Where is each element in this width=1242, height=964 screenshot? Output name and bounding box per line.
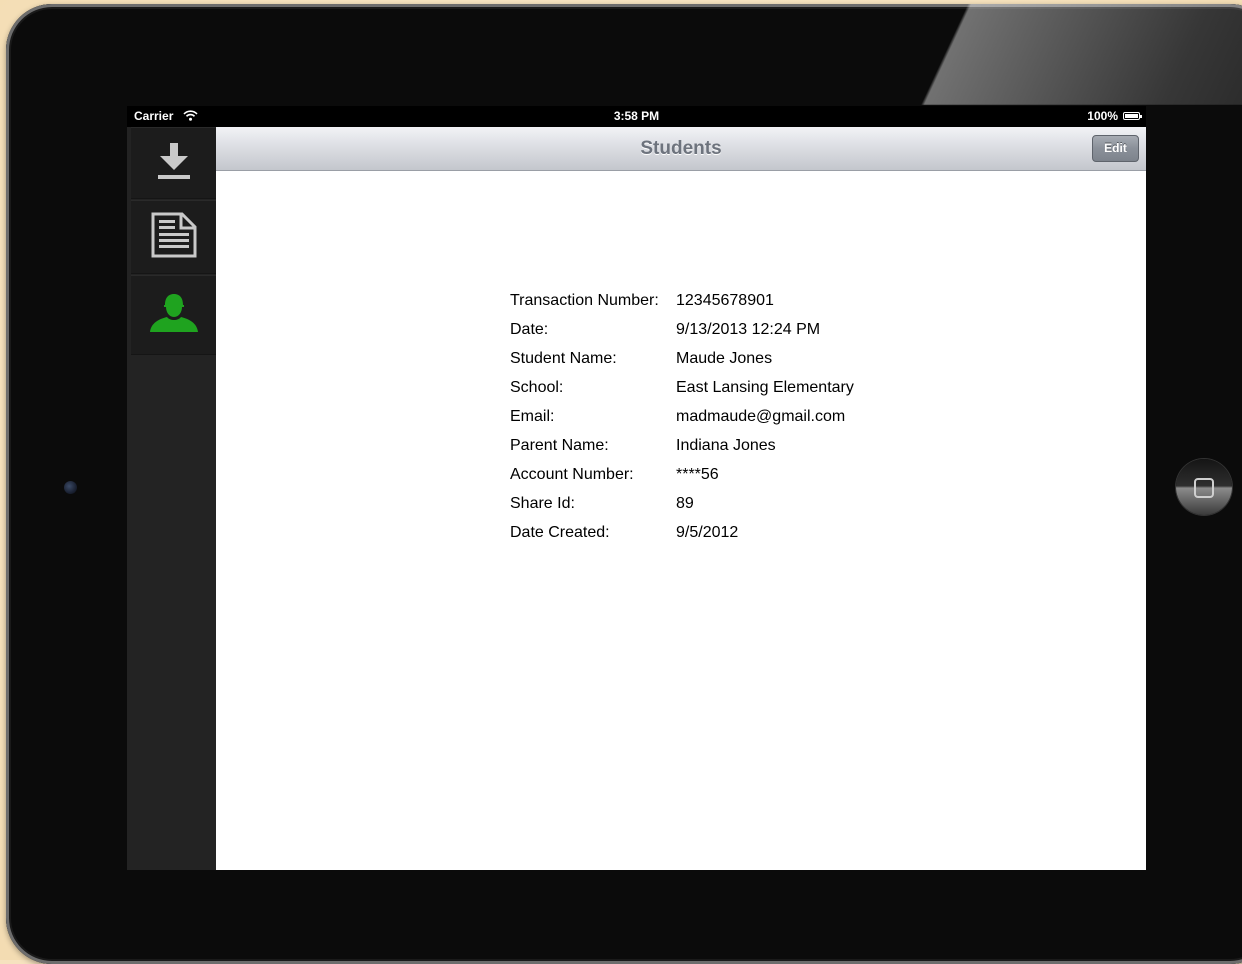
detail-label: Share Id: xyxy=(510,495,575,512)
detail-row-account-number: Account Number: ****56 xyxy=(510,465,854,494)
detail-row-parent-name: Parent Name: Indiana Jones xyxy=(510,436,854,465)
detail-value: 9/5/2012 xyxy=(676,524,739,541)
detail-label: Parent Name: xyxy=(510,437,609,454)
detail-value: madmaude@gmail.com xyxy=(676,408,846,425)
sidebar xyxy=(127,127,216,870)
ipad-frame: Carrier 3:58 PM 100% Students Edit Trans… xyxy=(6,4,1242,964)
sidebar-item-person[interactable] xyxy=(131,275,216,355)
detail-label: School: xyxy=(510,379,564,396)
detail-row-share-id: Share Id: 89 xyxy=(510,494,854,523)
home-square-icon xyxy=(1194,478,1214,498)
detail-label: Account Number: xyxy=(510,466,634,483)
navigation-bar: Students Edit xyxy=(216,127,1146,171)
detail-row-date-created: Date Created: 9/5/2012 xyxy=(510,523,854,552)
detail-value: 12345678901 xyxy=(676,292,774,309)
detail-label: Transaction Number: xyxy=(510,292,659,309)
detail-row-student-name: Student Name: Maude Jones xyxy=(510,349,854,378)
detail-value: 9/13/2013 12:24 PM xyxy=(676,321,821,338)
sidebar-item-document[interactable] xyxy=(131,200,216,274)
detail-row-school: School: East Lansing Elementary xyxy=(510,378,854,407)
download-icon xyxy=(156,141,192,186)
detail-row-date: Date: 9/13/2013 12:24 PM xyxy=(510,320,854,349)
person-icon xyxy=(149,293,199,338)
screen: Carrier 3:58 PM 100% Students Edit Trans… xyxy=(127,106,1146,870)
camera-icon xyxy=(64,481,77,494)
detail-row-email: Email: madmaude@gmail.com xyxy=(510,407,854,436)
document-icon xyxy=(150,211,198,264)
edit-button[interactable]: Edit xyxy=(1092,135,1139,162)
battery-icon xyxy=(1123,112,1142,120)
detail-value: East Lansing Elementary xyxy=(676,379,854,396)
detail-value: ****56 xyxy=(676,466,719,483)
detail-value: Maude Jones xyxy=(676,350,773,367)
student-details: Transaction Number: 12345678901 Date: 9/13… xyxy=(216,171,1146,870)
details-list: Transaction Number: 12345678901 Date: 9/13… xyxy=(510,291,854,552)
detail-label: Student Name: xyxy=(510,350,617,367)
detail-value: Indiana Jones xyxy=(676,437,776,454)
status-bar: Carrier 3:58 PM 100% xyxy=(127,106,1146,127)
status-time: 3:58 PM xyxy=(613,109,660,123)
detail-value: 89 xyxy=(676,495,694,512)
page-title: Students xyxy=(640,138,722,159)
detail-row-transaction-number: Transaction Number: 12345678901 xyxy=(510,291,854,320)
detail-label: Date: xyxy=(510,321,549,338)
home-button[interactable] xyxy=(1176,459,1232,515)
detail-label: Date Created: xyxy=(510,524,610,541)
battery-percent: 100% xyxy=(1087,109,1118,123)
detail-label: Email: xyxy=(510,408,555,425)
sidebar-item-download[interactable] xyxy=(131,127,216,199)
